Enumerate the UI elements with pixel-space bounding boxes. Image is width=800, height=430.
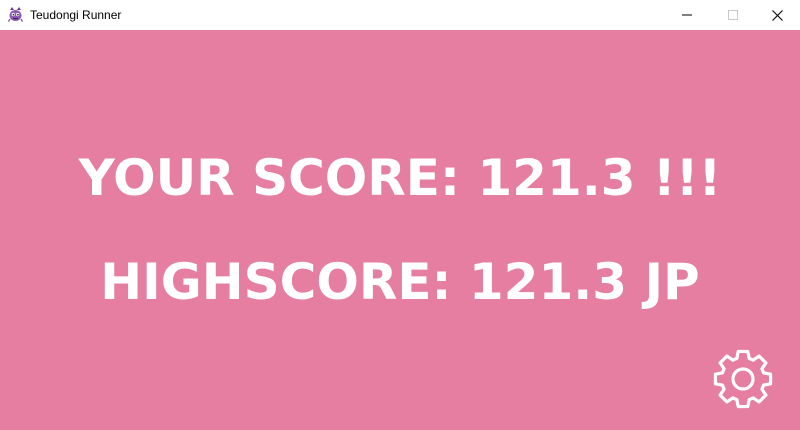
title-bar[interactable]: Teudongi Runner xyxy=(0,0,800,30)
highscore-label: HIGHSCORE: 121.3 JP xyxy=(100,253,700,311)
app-icon xyxy=(7,7,24,22)
maximize-icon xyxy=(728,10,738,20)
settings-button[interactable] xyxy=(712,348,774,410)
game-window: Teudongi Runner YOUR SCORE: 121.3 !!! HI… xyxy=(0,0,800,430)
your-score-label: YOUR SCORE: 121.3 !!! xyxy=(78,149,722,207)
maximize-button[interactable] xyxy=(710,0,756,30)
close-button[interactable] xyxy=(754,0,800,30)
window-title: Teudongi Runner xyxy=(30,8,122,22)
minimize-button[interactable] xyxy=(664,0,710,30)
gear-icon xyxy=(713,349,773,409)
minimize-icon xyxy=(682,14,692,16)
game-canvas[interactable]: YOUR SCORE: 121.3 !!! HIGHSCORE: 121.3 J… xyxy=(0,30,800,430)
close-icon xyxy=(771,9,783,21)
